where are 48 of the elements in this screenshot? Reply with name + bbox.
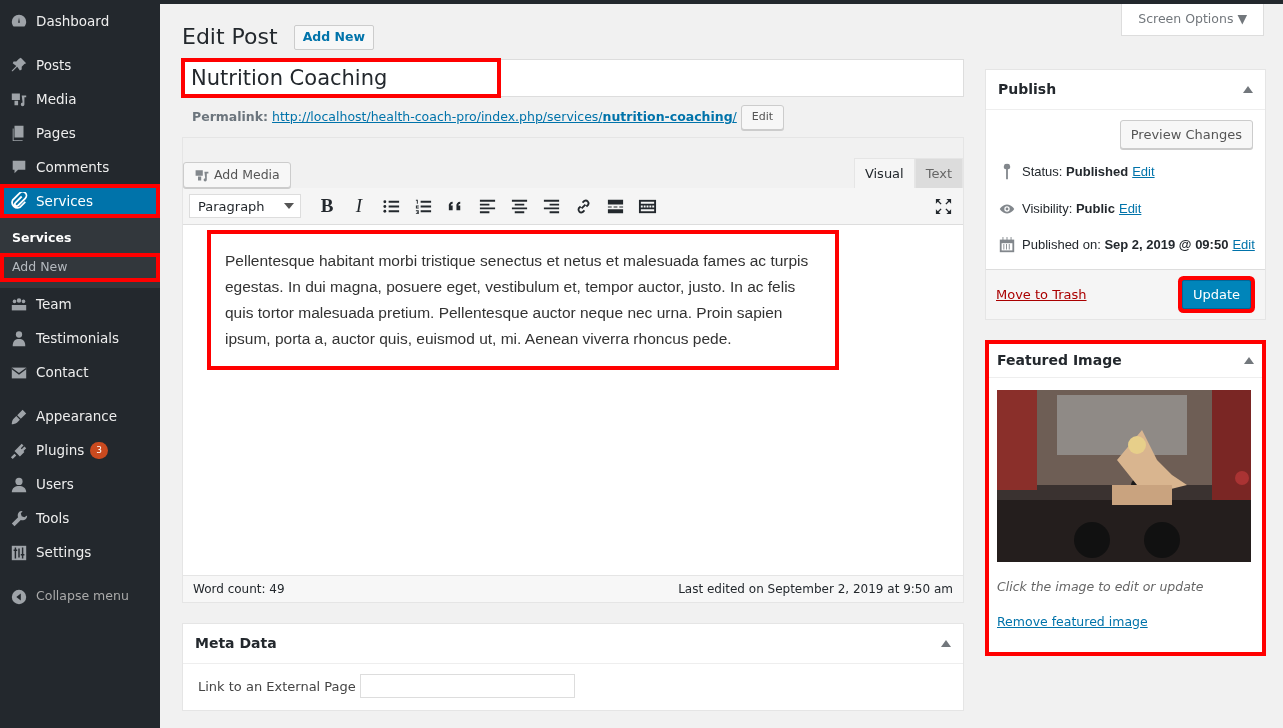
edit-permalink-button[interactable]: Edit — [740, 105, 785, 130]
menu-item[interactable]: Plugins 3 — [0, 433, 160, 468]
count-badge: 3 — [90, 441, 109, 460]
menu-item[interactable]: Testimonials — [0, 321, 160, 356]
word-count: Word count: 49 — [193, 581, 285, 599]
page-title: Edit Post — [182, 24, 278, 51]
box-title: Featured Image — [997, 351, 1122, 371]
add-media-button[interactable]: Add Media — [183, 161, 291, 189]
submenu-item[interactable]: Add New — [0, 252, 160, 282]
menu-item[interactable]: Contact — [0, 355, 160, 390]
preview-button[interactable]: Preview Changes — [1119, 119, 1253, 150]
add-new-button[interactable]: Add New — [293, 24, 375, 50]
remove-image-link[interactable]: Remove featured image — [997, 613, 1148, 632]
format-button[interactable]: B — [313, 192, 341, 221]
menu-item[interactable]: Tools — [0, 501, 160, 536]
menu-item[interactable]: Services — [0, 184, 160, 218]
screen-options-button[interactable]: Screen Options ▼ — [1121, 4, 1264, 36]
post-content: Pellentesque habitant morbi tristique senectus et netus et malesuada fames ac turpis egestas. In dui magna, posuere eget, vestibulum et, tempor auctor, justo. In ac felis quis tortor malesuada pretium. Pellentesque auctor neque nec urna. Proin sapien ipsum, porta a, auctor quis, euismod ut, mi. Aenean viverra rhoncus pede. — [207, 230, 839, 371]
trash-link[interactable]: Move to Trash — [996, 284, 1087, 305]
menu-item[interactable]: Users — [0, 467, 160, 502]
edit-link[interactable]: Edit — [1132, 162, 1155, 182]
editor-tab[interactable]: Text — [914, 157, 963, 189]
publish-info: Status: Published — [1022, 163, 1129, 182]
collapse-menu-button[interactable]: Collapse menu — [0, 579, 160, 614]
menu-item[interactable]: Team — [0, 287, 160, 322]
menu-item[interactable]: Pages — [0, 116, 160, 150]
submenu-item[interactable]: Services — [0, 224, 160, 253]
format-button[interactable]: I — [345, 192, 373, 221]
menu-item[interactable]: Comments — [0, 150, 160, 184]
edit-link[interactable]: Edit — [1118, 198, 1142, 219]
last-edited: Last edited on September 2, 2019 at 9:50 am — [678, 581, 953, 599]
publish-info: Visibility: Public — [1022, 199, 1115, 218]
title-field[interactable]: Nutrition Coaching — [182, 59, 964, 98]
publish-info: Published on: Sep 2, 2019 @ 09:50 — [1022, 236, 1229, 255]
field-label: Link to an External Page — [198, 677, 356, 696]
menu-item[interactable]: Media — [0, 82, 160, 116]
format-dropdown[interactable]: Paragraph — [189, 194, 301, 219]
editor-tab[interactable]: Visual — [853, 157, 915, 189]
permalink-label: Permalink: — [192, 108, 269, 127]
box-title: Meta Data — [195, 634, 277, 654]
permalink-link[interactable]: http://localhost/health-coach-pro/index.php/services/nutrition-coaching/ — [272, 108, 737, 127]
menu-item[interactable]: Posts — [0, 48, 160, 82]
edit-link[interactable]: Edit — [1232, 235, 1255, 255]
menu-item[interactable]: Appearance — [0, 399, 160, 434]
menu-item[interactable]: Dashboard — [0, 4, 160, 38]
image-caption: Click the image to edit or update — [997, 578, 1205, 597]
box-title: Publish — [998, 79, 1057, 99]
menu-item[interactable]: Settings — [0, 535, 160, 570]
